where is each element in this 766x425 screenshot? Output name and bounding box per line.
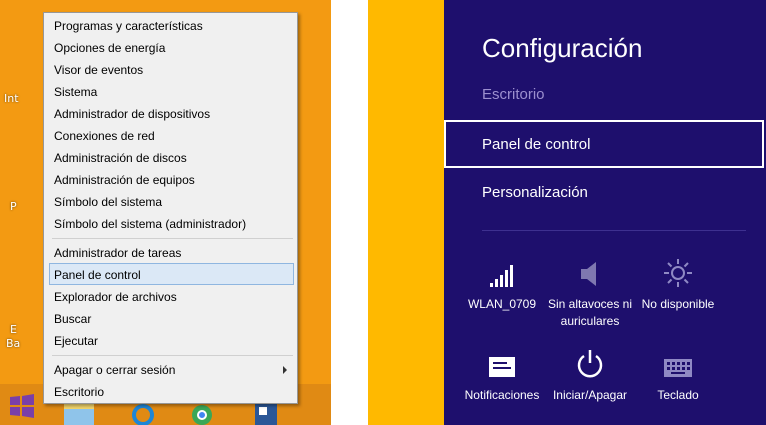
menu-item-command-prompt-admin[interactable]: Símbolo del sistema (administrador) xyxy=(49,212,294,234)
tile-label: Sin altavoces ni auriculares xyxy=(547,297,633,328)
menu-item-programs-features[interactable]: Programas y características xyxy=(49,14,294,36)
speaker-muted-icon xyxy=(542,258,638,288)
settings-charm-panel: Configuración Escritorio Panel de contro… xyxy=(444,0,766,425)
tile-notifications[interactable]: Notificaciones xyxy=(454,349,550,404)
menu-item-task-manager[interactable]: Administrador de tareas xyxy=(49,241,294,263)
tile-sound[interactable]: Sin altavoces ni auriculares xyxy=(542,258,638,330)
menu-item-event-viewer[interactable]: Visor de eventos xyxy=(49,58,294,80)
brightness-icon xyxy=(630,258,726,288)
tile-keyboard[interactable]: Teclado xyxy=(630,349,726,404)
charm-separator xyxy=(482,230,746,231)
tile-label: No disponible xyxy=(641,297,715,311)
charm-link-personalization[interactable]: Personalización xyxy=(444,170,764,218)
menu-item-network-connections[interactable]: Conexiones de red xyxy=(49,124,294,146)
menu-item-label: Apagar o cerrar sesión xyxy=(54,363,176,377)
start-button[interactable] xyxy=(9,393,35,419)
tile-label: Notificaciones xyxy=(464,388,540,402)
menu-separator xyxy=(52,238,293,239)
menu-item-search[interactable]: Buscar xyxy=(49,307,294,329)
desktop-label-fragment[interactable]: P xyxy=(10,200,17,213)
menu-item-disk-management[interactable]: Administración de discos xyxy=(49,146,294,168)
menu-item-control-panel[interactable]: Panel de control xyxy=(49,263,294,285)
wifi-signal-icon xyxy=(454,258,550,288)
menu-item-shutdown-signout[interactable]: Apagar o cerrar sesión xyxy=(49,358,294,380)
menu-item-computer-management[interactable]: Administración de equipos xyxy=(49,168,294,190)
notifications-icon xyxy=(454,349,550,379)
tile-label: Iniciar/Apagar xyxy=(552,388,628,402)
winx-context-menu: Programas y características Opciones de … xyxy=(43,12,298,404)
tile-power[interactable]: Iniciar/Apagar xyxy=(542,349,638,404)
menu-item-desktop[interactable]: Escritorio xyxy=(49,380,294,402)
tile-network[interactable]: WLAN_0709 xyxy=(454,258,550,313)
menu-item-device-manager[interactable]: Administrador de dispositivos xyxy=(49,102,294,124)
desktop-label-fragment[interactable]: Ba xyxy=(6,337,20,350)
keyboard-icon xyxy=(630,349,726,379)
desktop-label-fragment[interactable]: Int xyxy=(4,92,19,105)
tile-label: WLAN_0709 xyxy=(467,297,537,311)
tile-label: Teclado xyxy=(657,388,699,402)
charm-link-control-panel[interactable]: Panel de control xyxy=(444,120,764,168)
tile-brightness[interactable]: No disponible xyxy=(630,258,726,313)
charm-context-label: Escritorio xyxy=(482,86,545,103)
desktop-label-fragment[interactable]: E xyxy=(10,323,17,336)
power-icon xyxy=(542,349,638,379)
menu-item-system[interactable]: Sistema xyxy=(49,80,294,102)
menu-item-power-options[interactable]: Opciones de energía xyxy=(49,36,294,58)
desktop-area: Int P E Ba Programas y características O… xyxy=(0,0,331,425)
charm-title: Configuración xyxy=(482,33,643,63)
menu-item-run[interactable]: Ejecutar xyxy=(49,329,294,351)
menu-separator xyxy=(52,355,293,356)
menu-item-file-explorer[interactable]: Explorador de archivos xyxy=(49,285,294,307)
settings-screen: Configuración Escritorio Panel de contro… xyxy=(368,0,766,425)
submenu-arrow-icon xyxy=(283,366,287,374)
menu-item-command-prompt[interactable]: Símbolo del sistema xyxy=(49,190,294,212)
